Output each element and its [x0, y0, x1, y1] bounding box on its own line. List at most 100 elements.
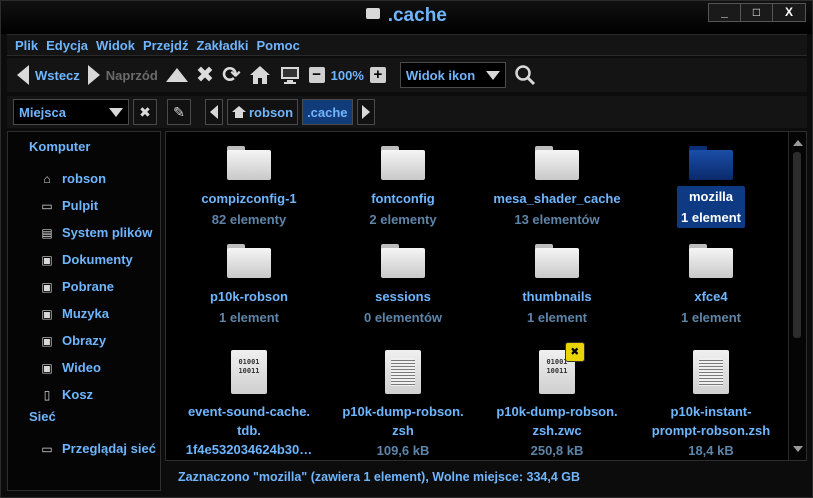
menu-bar: Plik Edycja Widok Przejdź Zakładki Pomoc: [7, 34, 807, 56]
sidebar-item-pictures[interactable]: ▣ Obrazy: [8, 327, 160, 354]
status-bar: Zaznaczono "mozilla" (zawiera 1 element)…: [178, 470, 581, 484]
folder-icon: [535, 244, 579, 278]
scroll-up-icon[interactable]: [793, 140, 803, 146]
maximize-button[interactable]: □: [741, 4, 773, 21]
zoom-controls: − 100% +: [308, 67, 386, 83]
file-item-p10k-dump-zwc[interactable]: 01001 10011 ✖ p10k-dump-robson. zsh.zwc …: [482, 342, 632, 461]
sidebar-item-music[interactable]: ▣ Muzyka: [8, 300, 160, 327]
window-title: .cache: [1, 5, 812, 27]
folder-icon: [689, 244, 733, 278]
breadcrumb-right-button[interactable]: [356, 99, 375, 125]
back-button[interactable]: Wstecz: [17, 65, 80, 85]
menu-bookmarks[interactable]: Zakładki: [196, 38, 248, 53]
stop-icon: ✖: [195, 62, 215, 87]
folder-icon: [381, 146, 425, 180]
file-item-mesa-shader-cache[interactable]: mesa_shader_cache 13 elementów: [482, 146, 632, 230]
menu-go[interactable]: Przejdź: [143, 38, 189, 53]
forward-button[interactable]: Naprzód: [87, 65, 158, 85]
trash-icon: ▯: [43, 387, 51, 402]
sidebar-mode-select[interactable]: Miejsca: [13, 99, 129, 125]
network-icon: ▭: [41, 441, 53, 456]
edit-location-button[interactable]: ✎: [167, 99, 191, 125]
file-item-mozilla[interactable]: mozilla 1 element: [636, 146, 786, 228]
sidebar-item-browse-network[interactable]: ▭ Przeglądaj sieć: [8, 435, 160, 462]
chevron-right-icon: [361, 105, 370, 119]
drive-icon: ▤: [41, 225, 53, 240]
close-button[interactable]: X: [773, 4, 805, 21]
documents-icon: ▣: [41, 252, 53, 267]
video-icon: ▣: [41, 360, 53, 375]
view-mode-select[interactable]: Widok ikon: [399, 62, 506, 88]
computer-button[interactable]: [279, 64, 301, 86]
file-manager-window: .cache _ □ X Plik Edycja Widok Przejdź Z…: [0, 0, 813, 498]
folder-icon: [535, 146, 579, 180]
folder-icon: [227, 244, 271, 278]
title-bar: .cache _ □ X: [1, 1, 812, 34]
sidebar-item-filesystem[interactable]: ▤ System plików: [8, 219, 160, 246]
file-item-xfce4[interactable]: xfce4 1 element: [636, 244, 786, 328]
folder-icon: [366, 8, 381, 19]
zoom-out-button[interactable]: −: [308, 67, 325, 83]
file-view: compizconfig-1 82 elementy fontconfig 2 …: [165, 131, 807, 461]
up-arrow-icon: [165, 68, 188, 82]
home-button[interactable]: [249, 64, 271, 86]
sidebar-item-trash[interactable]: ▯ Kosz: [8, 381, 160, 408]
folder-icon: [689, 146, 733, 180]
home-icon: [232, 106, 246, 118]
file-item-thumbnails[interactable]: thumbnails 1 element: [482, 244, 632, 328]
scrollbar-thumb[interactable]: [793, 152, 801, 338]
icon-grid: compizconfig-1 82 elementy fontconfig 2 …: [166, 132, 786, 460]
vertical-scrollbar[interactable]: [788, 132, 806, 460]
minimize-button[interactable]: _: [709, 4, 741, 21]
zoom-level: 100%: [330, 67, 364, 83]
file-item-p10k-dump-zsh[interactable]: p10k-dump-robson. zsh 109,6 kB: [328, 350, 478, 461]
home-icon: [249, 66, 270, 84]
file-item-p10k-robson[interactable]: p10k-robson 1 element: [174, 244, 324, 328]
no-permission-badge-icon: ✖: [565, 342, 585, 362]
menu-file[interactable]: Plik: [15, 38, 38, 53]
sidebar-item-documents[interactable]: ▣ Dokumenty: [8, 246, 160, 273]
breadcrumb: robson .cache: [205, 99, 375, 125]
breadcrumb-cache[interactable]: .cache: [302, 99, 353, 125]
file-item-fontconfig[interactable]: fontconfig 2 elementy: [328, 146, 478, 230]
search-button[interactable]: [514, 64, 536, 86]
binary-file-icon: 01001 10011: [231, 350, 267, 394]
chevron-down-icon: [485, 70, 500, 80]
sidebar-heading-computer: Komputer: [29, 139, 91, 154]
up-button[interactable]: [165, 68, 188, 82]
downloads-icon: ▣: [41, 279, 53, 294]
location-bar: Miejsca ✖ ✎ robson .cache: [7, 96, 807, 128]
close-sidebar-button[interactable]: ✖: [133, 99, 157, 125]
binary-file-icon: 01001 10011 ✖: [539, 342, 585, 394]
close-icon: ✖: [139, 103, 151, 120]
back-arrow-icon: [17, 65, 29, 85]
sidebar-heading-network: Sieć: [29, 409, 56, 424]
sidebar-item-robson[interactable]: ⌂ robson: [8, 165, 160, 192]
menu-view[interactable]: Widok: [96, 38, 135, 53]
file-item-sessions[interactable]: sessions 0 elementów: [328, 244, 478, 328]
menu-help[interactable]: Pomoc: [256, 38, 299, 53]
window-controls: _ □ X: [708, 3, 806, 22]
file-item-p10k-instant-prompt[interactable]: p10k-instant- prompt-robson.zsh 18,4 kB: [636, 350, 786, 461]
folder-icon: [227, 146, 271, 180]
sidebar-item-downloads[interactable]: ▣ Pobrane: [8, 273, 160, 300]
sidebar-item-desktop[interactable]: ▭ Pulpit: [8, 192, 160, 219]
zoom-in-button[interactable]: +: [369, 67, 386, 83]
pencil-icon: ✎: [173, 103, 185, 120]
breadcrumb-left-button[interactable]: [205, 99, 223, 125]
file-item-event-sound-cache[interactable]: 01001 10011 event-sound-cache. tdb. 1f4e…: [174, 350, 324, 459]
sidebar-item-video[interactable]: ▣ Wideo: [8, 354, 160, 381]
file-item-compizconfig[interactable]: compizconfig-1 82 elementy: [174, 146, 324, 230]
search-icon: [515, 65, 535, 86]
computer-icon: [280, 67, 299, 84]
pictures-icon: ▣: [41, 333, 53, 348]
menu-edit[interactable]: Edycja: [46, 38, 88, 53]
reload-icon: ⟳: [222, 62, 241, 87]
home-icon: ⌂: [43, 171, 51, 186]
scroll-down-icon[interactable]: [793, 446, 803, 452]
breadcrumb-robson[interactable]: robson: [227, 99, 299, 125]
stop-button[interactable]: ✖: [196, 64, 214, 86]
reload-button[interactable]: ⟳: [222, 64, 240, 86]
places-sidebar: Komputer ⌂ robson ▭ Pulpit ▤ System plików …: [7, 131, 161, 491]
chevron-left-icon: [210, 105, 218, 119]
